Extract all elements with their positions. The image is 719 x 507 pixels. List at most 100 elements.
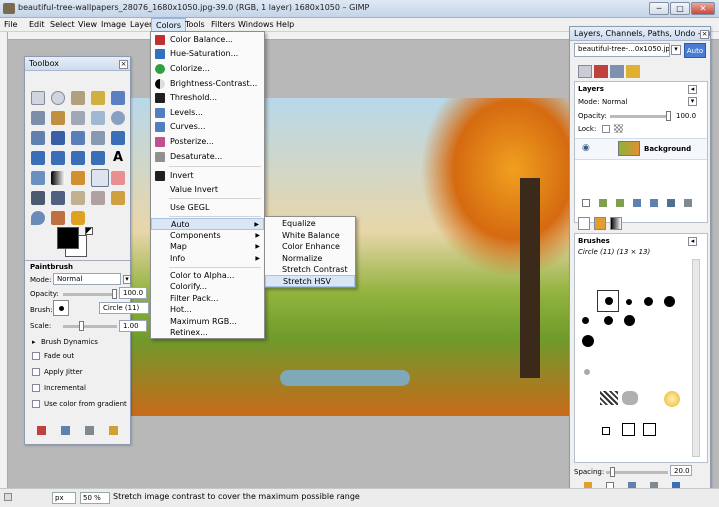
brushes-tab-icon[interactable] <box>578 217 590 230</box>
menu-select[interactable]: Select <box>50 20 75 29</box>
maximize-button[interactable]: □ <box>670 2 690 15</box>
clone-tool-icon[interactable] <box>71 191 85 205</box>
lock-pixels-checkbox[interactable] <box>602 125 610 133</box>
menu-view[interactable]: View <box>78 20 97 29</box>
menu-item-posterize[interactable]: Posterize... <box>151 136 264 148</box>
delete-layer-icon[interactable] <box>684 199 692 207</box>
channels-tab-icon[interactable] <box>594 65 608 78</box>
opacity-slider-handle[interactable] <box>112 289 117 299</box>
layers-opacity-handle[interactable] <box>666 111 671 121</box>
patterns-tab-icon[interactable] <box>594 217 606 230</box>
menu-item-colorize[interactable]: Colorize... <box>151 63 264 75</box>
menu-item-color-balance[interactable]: Color Balance... <box>151 34 264 46</box>
menu-item-color-enhance[interactable]: Color Enhance <box>265 241 355 253</box>
brush-sparkle[interactable] <box>664 391 680 407</box>
gradients-tab-icon[interactable] <box>610 217 622 230</box>
menu-item-equalize[interactable]: Equalize <box>265 218 355 230</box>
foreground-color-swatch[interactable] <box>57 227 79 249</box>
menu-item-info[interactable]: Info ▶ <box>151 253 264 265</box>
brush-square-small[interactable] <box>602 427 610 435</box>
crop-tool-icon[interactable] <box>91 131 105 145</box>
layers-opacity-value[interactable]: 100.0 <box>676 112 696 120</box>
menu-edit[interactable]: Edit <box>29 20 45 29</box>
dock-close-icon[interactable]: × <box>700 30 709 39</box>
layers-config-icon[interactable]: ◂ <box>688 85 697 94</box>
fade-out-checkbox[interactable] <box>32 352 40 360</box>
swap-colors-icon[interactable] <box>85 227 93 235</box>
brush-circle-15[interactable] <box>664 296 675 307</box>
mode-dropdown-icon[interactable]: ▾ <box>123 275 131 284</box>
auto-button[interactable]: Auto <box>684 43 706 58</box>
menu-item-threshold[interactable]: Threshold... <box>151 92 264 104</box>
heal-tool-icon[interactable] <box>91 191 105 205</box>
layers-mode-value[interactable]: Normal <box>602 98 627 106</box>
anchor-layer-icon[interactable] <box>650 199 658 207</box>
new-layer-icon[interactable] <box>582 199 590 207</box>
brush-texture-2[interactable] <box>600 391 618 405</box>
mode-select[interactable]: Normal <box>53 273 121 285</box>
free-select-tool-icon[interactable] <box>71 91 85 105</box>
brush-name-field[interactable]: Circle (11) <box>99 302 149 314</box>
undo-tab-icon[interactable] <box>626 65 640 78</box>
brush-circle-13[interactable] <box>644 297 653 306</box>
rotate-tool-icon[interactable] <box>111 131 125 145</box>
menu-item-auto[interactable]: Auto ▶ <box>151 218 264 230</box>
save-options-icon[interactable] <box>37 426 46 435</box>
paths-tool-icon[interactable] <box>71 111 85 125</box>
blur-tool-icon[interactable] <box>31 211 45 225</box>
menu-item-value-invert[interactable]: Value Invert <box>151 184 264 196</box>
menu-filters[interactable]: Filters <box>211 20 235 29</box>
shear-tool-icon[interactable] <box>51 151 65 165</box>
reset-options-icon[interactable] <box>109 426 118 435</box>
brush-texture-1[interactable] <box>584 369 590 375</box>
scale-slider-handle[interactable] <box>79 321 84 331</box>
menu-item-levels[interactable]: Levels... <box>151 107 264 119</box>
menu-item-hot[interactable]: Hot... <box>151 304 264 316</box>
menu-windows[interactable]: Windows <box>238 20 274 29</box>
incremental-checkbox[interactable] <box>32 384 40 392</box>
menu-layer[interactable]: Layer <box>130 20 152 29</box>
scale-slider[interactable] <box>63 325 117 328</box>
menu-item-use-gegl[interactable]: Use GEGL <box>151 202 264 214</box>
dodge-burn-tool-icon[interactable] <box>71 211 85 225</box>
raise-layer-icon[interactable] <box>599 199 607 207</box>
color-picker-tool-icon[interactable] <box>91 111 105 125</box>
close-button[interactable]: ✕ <box>691 2 715 15</box>
move-tool-icon[interactable] <box>51 131 65 145</box>
navigate-icon[interactable] <box>4 493 12 501</box>
brush-circle-fuzzy-19[interactable] <box>582 335 594 347</box>
toolbox-close-icon[interactable]: × <box>119 60 128 69</box>
duplicate-layer-icon[interactable] <box>633 199 641 207</box>
foreground-select-tool-icon[interactable] <box>51 111 65 125</box>
menu-item-map[interactable]: Map ▶ <box>151 241 264 253</box>
use-gradient-checkbox[interactable] <box>32 400 40 408</box>
spacing-slider-handle[interactable] <box>610 467 615 477</box>
menu-item-desaturate[interactable]: Desaturate... <box>151 151 264 163</box>
ellipse-select-tool-icon[interactable] <box>51 91 65 105</box>
image-selector-dropdown-icon[interactable]: ▾ <box>671 45 681 55</box>
ink-tool-icon[interactable] <box>51 191 65 205</box>
measure-tool-icon[interactable] <box>31 131 45 145</box>
menu-file[interactable]: File <box>4 20 17 29</box>
eraser-tool-icon[interactable] <box>111 171 125 185</box>
menu-image[interactable]: Image <box>101 20 126 29</box>
align-tool-icon[interactable] <box>71 131 85 145</box>
brush-square-large[interactable] <box>643 423 656 436</box>
brush-circle-fuzzy-11[interactable] <box>624 315 635 326</box>
menu-item-retinex[interactable]: Retinex... <box>151 327 264 339</box>
lock-alpha-icon[interactable] <box>614 124 623 133</box>
menu-colors[interactable]: Colors <box>151 18 187 32</box>
menu-tools[interactable]: Tools <box>185 20 205 29</box>
lower-layer-icon[interactable] <box>616 199 624 207</box>
opacity-slider[interactable] <box>63 293 117 296</box>
menu-item-invert[interactable]: Invert <box>151 170 264 182</box>
bucket-fill-tool-icon[interactable] <box>31 171 45 185</box>
zoom-select[interactable]: 50 % <box>80 492 110 504</box>
brush-texture-3[interactable] <box>622 391 638 405</box>
spacing-input[interactable]: 20.0 <box>670 465 692 476</box>
brush-square-medium[interactable] <box>622 423 635 436</box>
menu-item-hue-saturation[interactable]: Hue-Saturation... <box>151 48 264 60</box>
layers-tab-icon[interactable] <box>578 65 592 78</box>
opacity-input[interactable]: 100.0 <box>119 287 147 299</box>
brush-circle-17[interactable] <box>582 317 589 324</box>
